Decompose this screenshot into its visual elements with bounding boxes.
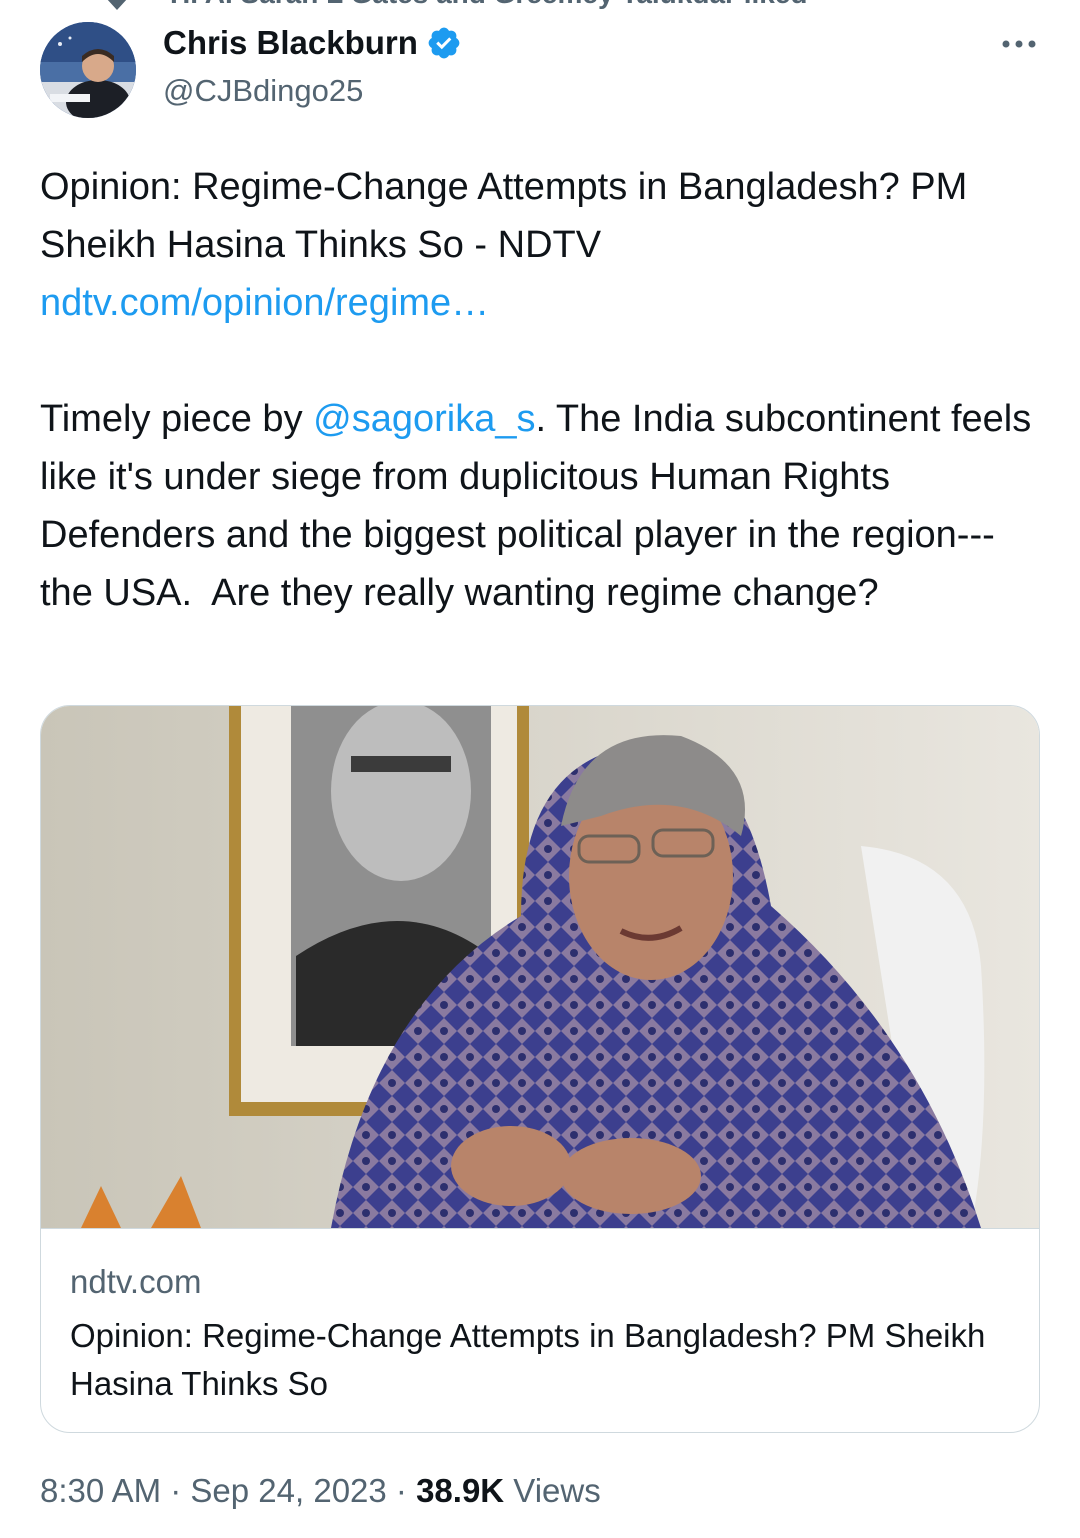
- heart-icon: [107, 0, 127, 10]
- card-domain: ndtv.com: [70, 1263, 202, 1300]
- meta-separator-2: ·: [386, 1472, 417, 1509]
- verified-badge-icon: [428, 27, 460, 59]
- avatar-photo: [40, 22, 136, 118]
- views-label: Views: [504, 1472, 601, 1509]
- social-context-text: H. A. Sarah L Gates and Greemey Talukdar…: [170, 0, 808, 10]
- tweet-headline-text: Opinion: Regime-Change Attempts in Bangl…: [40, 166, 978, 266]
- tweet-link[interactable]: ndtv.com/opinion/regime…: [40, 282, 489, 324]
- card-divider: [41, 1228, 1039, 1229]
- tweet-meta: 8:30 AM · Sep 24, 2023 · 38.9K Views: [40, 1472, 601, 1510]
- author-handle[interactable]: @CJBdingo25: [163, 73, 363, 109]
- tweet-body-text: Timely piece by: [40, 398, 314, 440]
- tweet-time[interactable]: 8:30 AM: [40, 1472, 161, 1509]
- link-preview-card[interactable]: ndtv.com Opinion: Regime-Change Attempts…: [40, 705, 1040, 1433]
- more-options-icon[interactable]: [1000, 34, 1038, 54]
- meta-separator: ·: [161, 1472, 191, 1509]
- author-name[interactable]: Chris Blackburn: [163, 24, 462, 62]
- card-title: Opinion: Regime-Change Attempts in Bangl…: [70, 1317, 986, 1402]
- mention-link[interactable]: @sagorika_s: [313, 398, 535, 440]
- card-image: [41, 706, 1039, 1228]
- views-count: 38.9K: [416, 1472, 505, 1509]
- tweet-text: Opinion: Regime-Change Attempts in Bangl…: [40, 158, 1050, 622]
- tweet-date[interactable]: Sep 24, 2023: [190, 1472, 386, 1509]
- author-name-text: Chris Blackburn: [163, 24, 418, 61]
- author-avatar[interactable]: [40, 22, 136, 118]
